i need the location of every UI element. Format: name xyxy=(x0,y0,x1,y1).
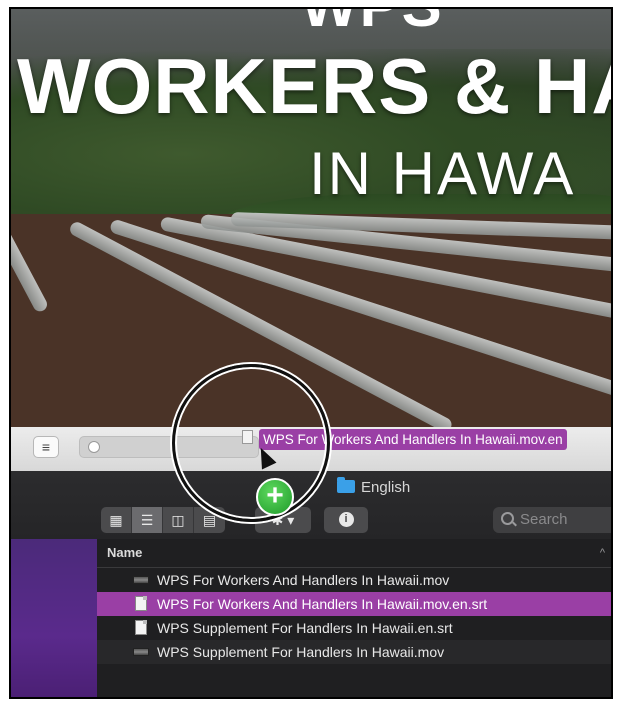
video-title-main: WORKERS & HA xyxy=(17,42,611,130)
document-file-icon xyxy=(135,596,147,611)
video-title-top: WPS xyxy=(301,9,444,40)
movie-file-icon xyxy=(133,648,149,656)
video-title-sub: IN HAWA xyxy=(309,140,576,207)
finder-window-title: English xyxy=(337,477,411,496)
get-info-button[interactable]: i xyxy=(324,507,368,533)
file-row-selected[interactable]: WPS For Workers And Handlers In Hawaii.m… xyxy=(97,592,611,616)
scrubber-knob[interactable] xyxy=(88,441,100,453)
file-row[interactable]: WPS For Workers And Handlers In Hawaii.m… xyxy=(97,568,611,592)
view-mode-segmented-control: ▦ ☰ ◫ ▤ xyxy=(101,507,225,533)
file-name: WPS For Workers And Handlers In Hawaii.m… xyxy=(157,572,450,588)
chapter-list-button[interactable]: ≡ xyxy=(33,436,59,458)
copy-plus-icon: + xyxy=(256,478,294,516)
folder-name: English xyxy=(361,479,411,496)
name-column-label: Name xyxy=(107,545,143,560)
search-placeholder: Search xyxy=(520,511,568,528)
file-list: Name ^ WPS For Workers And Handlers In H… xyxy=(97,539,611,697)
search-icon xyxy=(501,512,514,525)
file-row[interactable]: WPS Supplement For Handlers In Hawaii.en… xyxy=(97,616,611,640)
focus-highlight-circle xyxy=(172,364,330,522)
screenshot-frame: WPS WORKERS & HA IN HAWA ≡ WPS For Worke… xyxy=(9,7,613,699)
info-icon: i xyxy=(338,512,354,527)
video-frame[interactable]: WPS WORKERS & HA IN HAWA xyxy=(11,9,611,427)
movie-file-icon xyxy=(133,576,149,584)
list-view-button[interactable]: ☰ xyxy=(132,507,163,533)
file-name: WPS Supplement For Handlers In Hawaii.mo… xyxy=(157,644,445,660)
name-column-header[interactable]: Name ^ xyxy=(97,539,611,568)
search-field[interactable]: Search xyxy=(493,507,611,533)
column-view-button[interactable]: ◫ xyxy=(163,507,194,533)
sort-ascending-icon: ^ xyxy=(599,547,605,559)
folder-icon xyxy=(337,477,355,493)
file-row[interactable]: WPS Supplement For Handlers In Hawaii.mo… xyxy=(97,640,611,664)
finder-sidebar[interactable] xyxy=(11,539,97,697)
icon-view-button[interactable]: ▦ xyxy=(101,507,132,533)
file-name: WPS Supplement For Handlers In Hawaii.en… xyxy=(157,620,453,636)
document-file-icon xyxy=(135,620,147,635)
file-name: WPS For Workers And Handlers In Hawaii.m… xyxy=(157,596,488,612)
